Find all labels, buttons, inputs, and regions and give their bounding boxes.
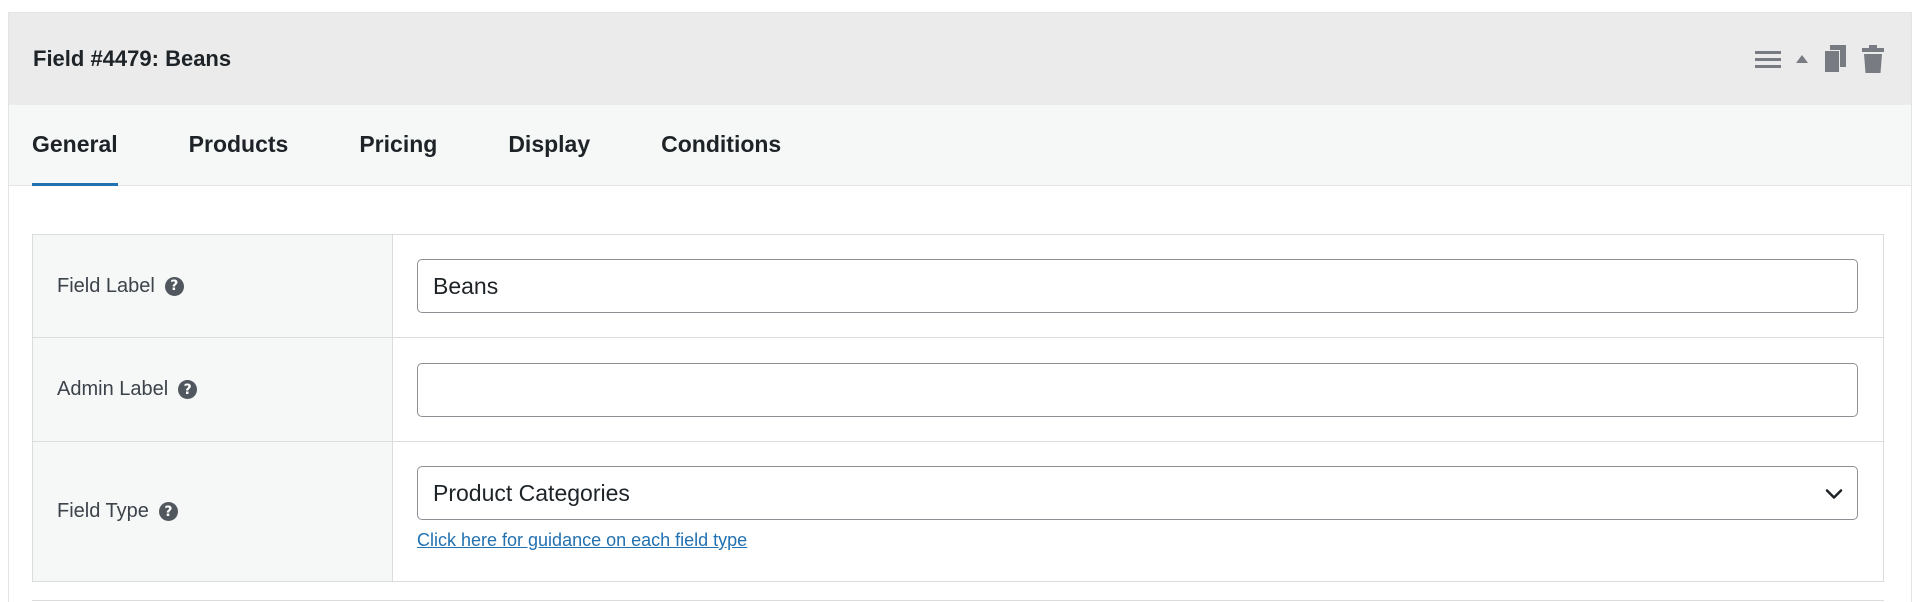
tab-display[interactable]: Display bbox=[508, 105, 590, 185]
field-title: Field #4479: Beans bbox=[33, 46, 232, 71]
tab-pricing[interactable]: Pricing bbox=[359, 105, 437, 185]
field-label-input[interactable] bbox=[417, 259, 1858, 313]
admin-label-value-cell bbox=[393, 338, 1883, 441]
tab-general[interactable]: General bbox=[32, 105, 118, 186]
field-type-text: Field Type bbox=[57, 500, 149, 522]
field-panel: Field #4479: Beans General Products Pric… bbox=[8, 12, 1912, 602]
help-icon[interactable]: ? bbox=[178, 380, 198, 399]
admin-label-cell: Admin Label ? bbox=[33, 338, 393, 441]
tab-conditions[interactable]: Conditions bbox=[661, 105, 781, 185]
collapse-arrow-icon[interactable] bbox=[1795, 53, 1809, 65]
menu-icon[interactable] bbox=[1755, 48, 1781, 70]
admin-label-row: Admin Label ? bbox=[33, 338, 1883, 442]
admin-label-input[interactable] bbox=[417, 362, 1858, 417]
field-label-row: Field Label ? bbox=[33, 235, 1883, 338]
tab-bar: General Products Pricing Display Conditi… bbox=[9, 105, 1911, 186]
duplicate-icon[interactable] bbox=[1823, 44, 1847, 74]
field-type-guidance-link[interactable]: Click here for guidance on each field ty… bbox=[417, 530, 747, 551]
general-tab-content: Field Label ? Admin Label ? Field Ty bbox=[9, 186, 1911, 601]
field-label-cell: Field Label ? bbox=[33, 235, 393, 337]
tab-products[interactable]: Products bbox=[189, 105, 289, 185]
help-icon[interactable]: ? bbox=[164, 276, 184, 296]
field-type-select[interactable]: Product Categories bbox=[417, 466, 1858, 520]
field-type-selected-value: Product Categories bbox=[433, 479, 630, 506]
help-icon[interactable]: ? bbox=[158, 502, 178, 521]
field-header[interactable]: Field #4479: Beans bbox=[9, 13, 1911, 105]
trash-icon[interactable] bbox=[1861, 44, 1885, 74]
field-settings-table: Field Label ? Admin Label ? Field Ty bbox=[32, 234, 1884, 582]
divider bbox=[32, 600, 1884, 601]
admin-label-text: Admin Label bbox=[57, 378, 169, 400]
field-type-row: Field Type ? Product Categories Click he… bbox=[33, 442, 1883, 581]
field-label-text: Field Label bbox=[57, 274, 155, 297]
field-type-cell: Field Type ? bbox=[33, 442, 393, 581]
field-label-value-cell bbox=[393, 235, 1883, 337]
header-actions bbox=[1755, 44, 1885, 74]
field-type-value-cell: Product Categories Click here for guidan… bbox=[393, 442, 1883, 581]
chevron-down-icon bbox=[1825, 480, 1843, 507]
